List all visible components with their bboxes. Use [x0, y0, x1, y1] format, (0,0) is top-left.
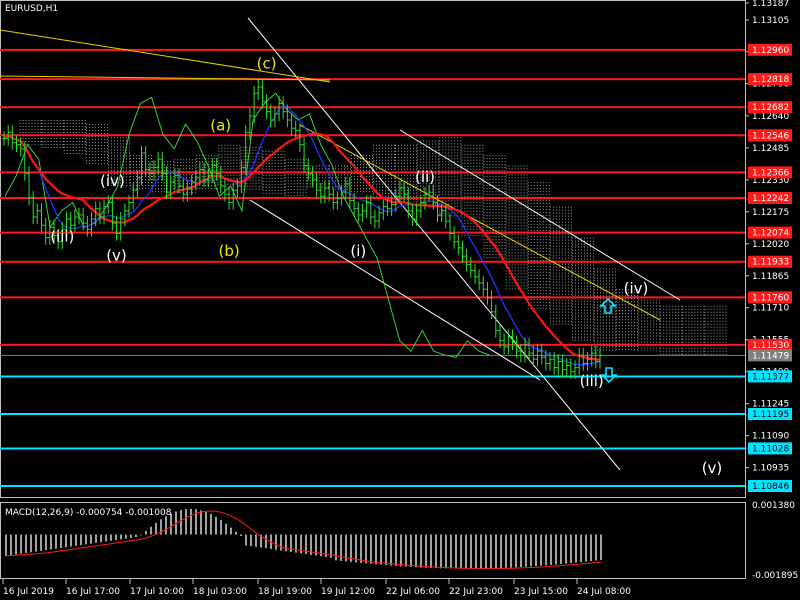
- resistance-box-text: 1.12818: [752, 75, 789, 85]
- price-tick-label: 1.13187: [752, 0, 789, 9]
- price-tick-label: 1.12020: [752, 240, 789, 250]
- resistance-box-text: 1.12366: [752, 168, 789, 178]
- time-tick-label: 24 Jul 08:00: [577, 587, 631, 597]
- wave-label: (iv): [100, 172, 125, 190]
- wave-label: (b): [218, 242, 239, 260]
- wave-label: (i): [350, 242, 366, 260]
- current-price-box-text: 1.11479: [752, 351, 789, 361]
- wave-label: (v): [106, 246, 127, 264]
- wave-label: (ii): [415, 168, 435, 186]
- symbol-label: EURUSD,H1: [5, 4, 58, 14]
- price-tick-label: 1.10935: [752, 464, 789, 474]
- resistance-box-text: 1.12242: [752, 194, 789, 204]
- chart-window: (iii) (iv) (v) (a) (b) (c) (i) (ii) (iii) (iv) (v)…: [0, 0, 800, 600]
- resistance-box-text: 1.11760: [752, 293, 789, 303]
- wave-label: (a): [210, 116, 231, 134]
- price-tick-label: 1.11090: [752, 432, 789, 442]
- time-tick-label: 22 Jul 06:00: [386, 587, 440, 597]
- price-tick-label: 1.12640: [752, 112, 789, 122]
- support-box-text: 1.11028: [752, 444, 789, 454]
- time-tick-label: 18 Jul 19:00: [258, 587, 312, 597]
- wave-label: (c): [257, 54, 277, 72]
- support-box-text: 1.10846: [752, 482, 789, 492]
- wave-label: (iii): [580, 372, 604, 390]
- price-tick-label: 1.13105: [752, 16, 789, 26]
- resistance-box-text: 1.11933: [752, 258, 789, 268]
- support-box-text: 1.11195: [752, 410, 789, 420]
- wave-label: (iii): [50, 228, 74, 246]
- time-tick-label: 23 Jul 15:00: [514, 587, 568, 597]
- price-tick-label: 1.11865: [752, 272, 789, 282]
- support-box-text: 1.11377: [752, 372, 789, 382]
- time-tick-label: 17 Jul 10:00: [130, 587, 184, 597]
- time-tick-label: 16 Jul 2019: [3, 587, 54, 597]
- wave-label: (v): [702, 459, 723, 477]
- price-tick-label: 1.11710: [752, 304, 789, 314]
- price-axis: 1.131871.131051.129511.127961.126401.124…: [745, 0, 792, 492]
- wave-label: (iv): [624, 279, 649, 297]
- resistance-box-text: 1.12682: [752, 103, 789, 113]
- time-tick-label: 18 Jul 03:00: [193, 587, 247, 597]
- time-tick-label: 16 Jul 17:00: [66, 587, 120, 597]
- macd-label: MACD(12,26,9) -0.000754 -0.001008: [5, 508, 172, 518]
- price-tick-label: 1.12175: [752, 208, 789, 218]
- time-tick-label: 22 Jul 23:00: [449, 587, 503, 597]
- chart-svg: (iii) (iv) (v) (a) (b) (c) (i) (ii) (iii) (iv) (v)…: [0, 0, 800, 600]
- time-tick-label: 19 Jul 12:00: [321, 587, 375, 597]
- resistance-box-text: 1.12960: [752, 46, 789, 56]
- macd-tick-label: 0.001380: [752, 501, 795, 511]
- macd-tick-label: -0.001895: [752, 571, 798, 581]
- resistance-box-text: 1.12546: [752, 131, 789, 141]
- price-tick-label: 1.12485: [752, 144, 789, 154]
- resistance-box-text: 1.12074: [752, 229, 789, 239]
